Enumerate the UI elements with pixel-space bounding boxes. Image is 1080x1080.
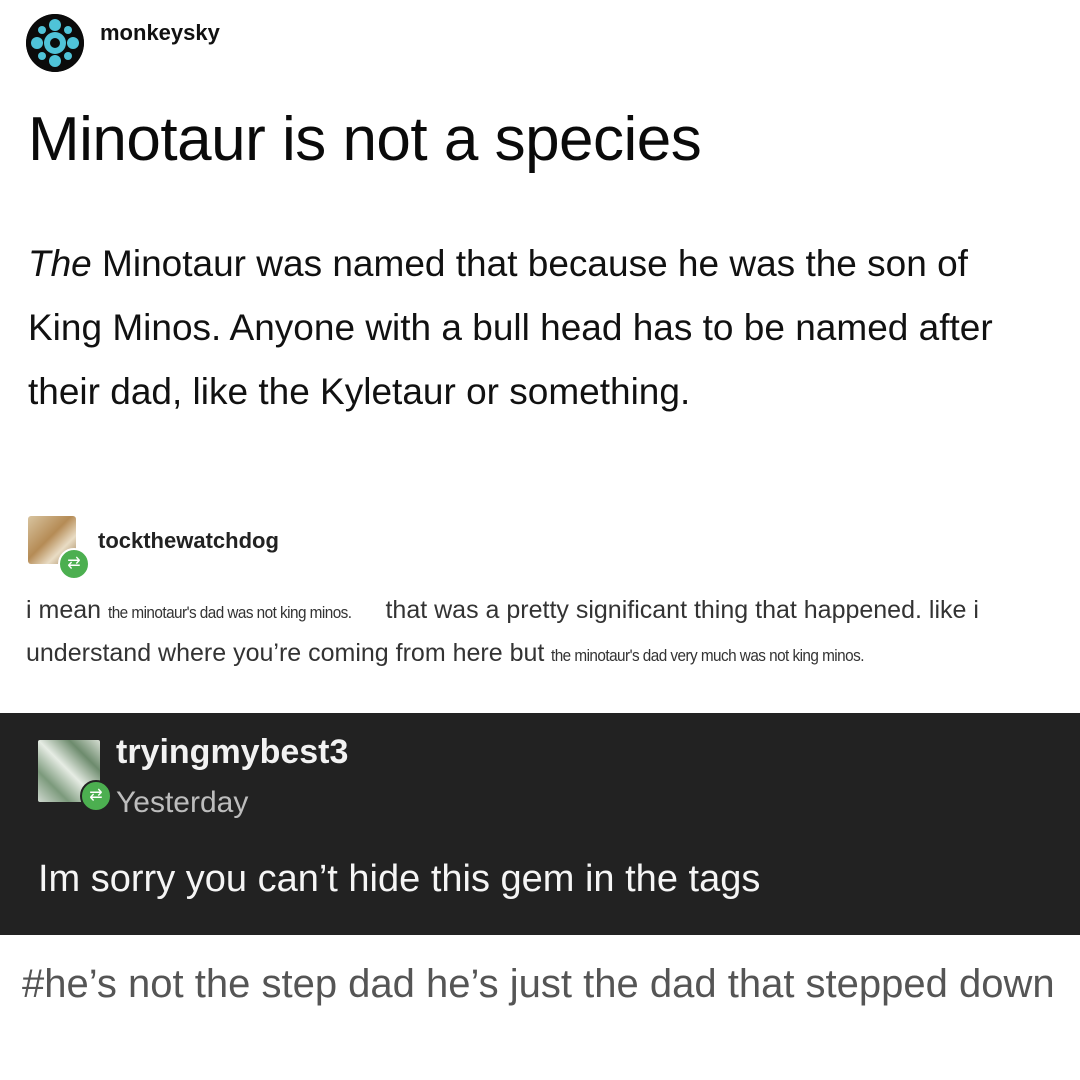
post-body: The Minotaur was named that because he w… (28, 232, 1048, 424)
reblog-username[interactable]: tockthewatchdog (98, 528, 279, 554)
reblog-small-text-1: the minotaur's dad was not king minos. (107, 603, 352, 622)
reply-timestamp: Yesterday (116, 786, 249, 819)
reply-body: Im sorry you can’t hide this gem in the … (38, 858, 761, 900)
reblog-small-text-2: the minotaur's dad very much was not kin… (551, 646, 865, 665)
reblog-icon: ⇄ (58, 548, 90, 580)
reblog-text-1: i mean (26, 596, 108, 624)
post-tags[interactable]: #he’s not the step dad he’s just the dad… (22, 952, 1062, 1016)
reblog-body: i mean the minotaur's dad was not king m… (26, 590, 1056, 676)
star-burst-avatar-icon (26, 14, 84, 72)
reply-username[interactable]: tryingmybest3 (116, 733, 348, 772)
reblog-icon: ⇄ (80, 780, 112, 812)
avatar-monkeysky[interactable] (26, 14, 84, 72)
post-body-text: Minotaur was named that because he was t… (28, 243, 993, 412)
post-body-italic: The (28, 243, 92, 284)
post-username[interactable]: monkeysky (100, 20, 220, 46)
post-title: Minotaur is not a species (28, 105, 702, 174)
